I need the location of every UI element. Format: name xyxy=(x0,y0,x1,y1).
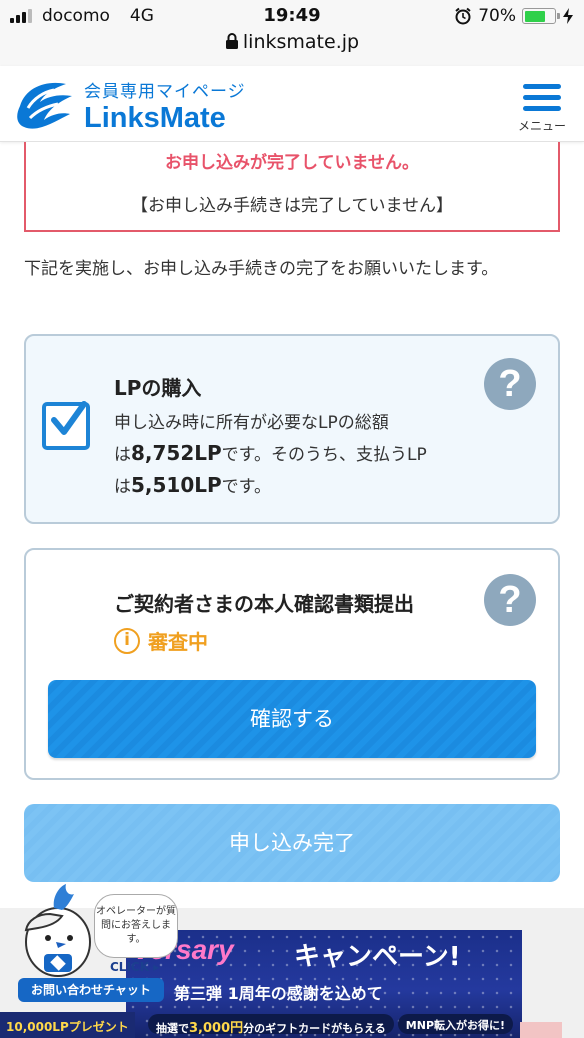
lp-suffix: です。 xyxy=(221,477,271,497)
banner-gift-pill: 抽選で3,000円分のギフトカードがもらえる xyxy=(148,1014,394,1036)
lp-total-amount: 8,752LP xyxy=(131,441,222,465)
lp-mid-text: です。そのうち、支払うLP xyxy=(221,445,427,465)
chat-bubble: オペレーターが質問にお答えします。 xyxy=(94,894,178,958)
banner-lp-present: 10,000LPプレゼント xyxy=(0,1012,135,1038)
lp-checkbox-icon[interactable] xyxy=(42,401,90,450)
check-mark-icon xyxy=(51,401,87,435)
alert-subtitle: 【お申し込み手続きは完了していません】 xyxy=(131,196,453,216)
logo-subtitle: 会員専用マイページ xyxy=(84,81,246,102)
alarm-icon xyxy=(455,7,471,25)
lp-help-icon[interactable]: ? xyxy=(484,358,536,410)
info-icon: i xyxy=(114,627,140,654)
lp-line1: 申し込み時に所有が必要なLPの総額 xyxy=(114,413,389,433)
linksmate-bird-logo-icon xyxy=(17,82,72,129)
banner-subtitle: 第三弾 1周年の感謝を込めて xyxy=(174,984,383,1003)
logo-title: LinksMate xyxy=(84,101,226,134)
banner-strip: 抽選で3,000円分のギフトカードがもらえる MNP転入がお得に! xyxy=(126,1010,522,1038)
chat-label: お問い合わせチャット xyxy=(18,978,164,1002)
chat-click-label: CLICK ▸ xyxy=(110,960,160,974)
complete-application-button[interactable]: 申し込み完了 xyxy=(24,804,560,882)
incomplete-alert: お申し込みが完了していません。 【お申し込み手続きは完了していません】 xyxy=(24,142,560,232)
id-card-title: ご契約者さまの本人確認書類提出 xyxy=(114,592,414,616)
side-decoration xyxy=(520,1022,562,1038)
identity-document-card: ご契約者さまの本人確認書類提出 ? i 審査中 確認する xyxy=(24,548,560,780)
lp-prefix2: は xyxy=(114,477,131,497)
lp-card-title: LPの購入 xyxy=(114,376,202,400)
url-bar[interactable]: linksmate.jp xyxy=(0,31,584,53)
site-header: 会員専用マイページ LinksMate メニュー xyxy=(0,66,584,142)
anniversary-campaign-banner[interactable]: versary キャンペーン! 第三弾 1周年の感謝を込めて 抽選で3,000円… xyxy=(126,930,522,1038)
banner-title-part2: キャンペーン! xyxy=(294,942,461,972)
review-status-text: 審査中 xyxy=(148,630,208,654)
instruction-text: 下記を実施し、お申し込み手続きの完了をお願いいたします。 xyxy=(24,259,499,279)
alert-title: お申し込みが完了していません。 xyxy=(165,153,419,173)
battery-percent: 70% xyxy=(478,6,516,26)
status-bar: docomo 4G 19:49 70% linksmate.jp xyxy=(0,0,584,66)
id-help-icon[interactable]: ? xyxy=(484,574,536,626)
review-status: i 審査中 xyxy=(114,626,208,655)
menu-icon xyxy=(514,78,570,111)
menu-button[interactable]: メニュー xyxy=(514,78,570,138)
site-logo[interactable]: 会員専用マイページ LinksMate xyxy=(14,76,246,134)
lock-icon xyxy=(225,33,238,49)
lp-purchase-card: LPの購入 ? 申し込み時に所有が必要なLPの総額 は8,752LPです。そのう… xyxy=(24,334,560,524)
lp-pay-amount: 5,510LP xyxy=(131,473,222,497)
charging-icon xyxy=(563,8,573,24)
lp-card-body: 申し込み時に所有が必要なLPの総額 は8,752LPです。そのうち、支払うLP … xyxy=(114,408,494,502)
confirm-button[interactable]: 確認する xyxy=(48,680,536,758)
url-text: linksmate.jp xyxy=(242,31,360,53)
chat-widget[interactable]: オペレーターが質問にお答えします。 CLICK ▸ お問い合わせチャット xyxy=(18,880,178,1004)
battery-icon xyxy=(522,8,560,24)
status-right: 70% xyxy=(454,6,574,26)
menu-label: メニュー xyxy=(517,119,566,133)
banner-mnp-pill: MNP転入がお得に! xyxy=(397,1014,514,1034)
lp-prefix1: は xyxy=(114,445,131,465)
